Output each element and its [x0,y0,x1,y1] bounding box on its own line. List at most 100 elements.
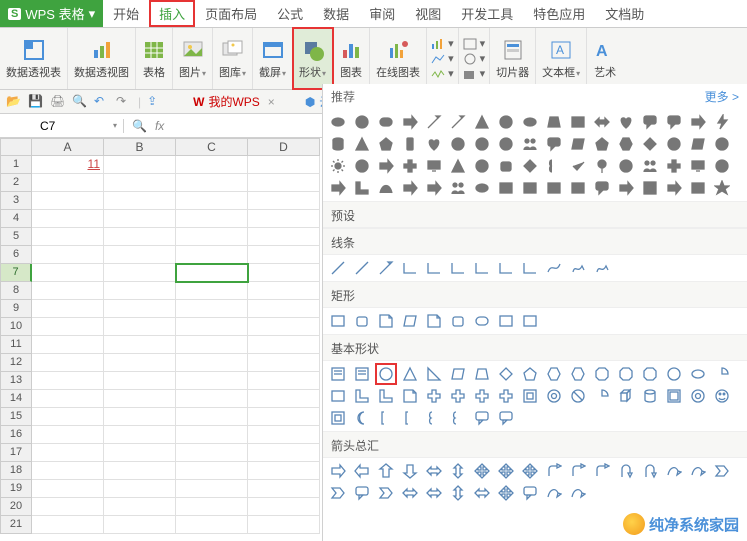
save-icon[interactable]: 💾 [28,94,44,110]
cell[interactable] [32,282,104,300]
shape-hex[interactable] [545,365,563,383]
shape-arrowR[interactable] [329,462,347,480]
cell[interactable] [248,192,320,210]
ribbon-shapes[interactable]: 形状▾ [293,28,333,89]
cell[interactable] [32,192,104,210]
shape-para[interactable] [401,312,419,330]
cell[interactable] [32,336,104,354]
cell[interactable] [32,318,104,336]
cell[interactable] [248,444,320,462]
shape-ellipse[interactable] [689,365,707,383]
shape-circle[interactable] [473,135,491,153]
shape-arrowD[interactable] [401,462,419,480]
cell[interactable] [248,264,320,282]
shape-sun[interactable] [329,157,347,175]
shape-cyl[interactable] [641,387,659,405]
shape-heart[interactable] [425,135,443,153]
shape-rrect[interactable] [473,312,491,330]
cell[interactable] [104,318,176,336]
shape-oct[interactable] [593,365,611,383]
shape-gear[interactable] [713,157,731,175]
cell[interactable] [176,372,248,390]
shape-frame[interactable] [329,409,347,427]
cell[interactable] [176,246,248,264]
cell[interactable] [176,282,248,300]
tab-dev[interactable]: 开发工具 [451,0,523,27]
shape-freeform[interactable] [593,259,611,277]
row-header[interactable]: 19 [0,480,32,498]
more-link[interactable]: 更多 > [705,88,739,105]
shape-arrowUD[interactable] [449,462,467,480]
row-header[interactable]: 8 [0,282,32,300]
shape-quad[interactable] [497,484,515,502]
cell[interactable] [104,462,176,480]
shape-frame[interactable] [521,387,539,405]
shape-rect[interactable] [497,179,515,197]
shape-pin[interactable] [593,157,611,175]
cell[interactable] [248,498,320,516]
shape-bracket[interactable] [401,409,419,427]
row-header[interactable]: 15 [0,408,32,426]
shape-phone[interactable] [401,135,419,153]
tab-formula[interactable]: 公式 [267,0,313,27]
cell[interactable] [176,390,248,408]
shape-chevR[interactable] [713,462,731,480]
cell[interactable] [104,516,176,534]
shape-fold[interactable] [401,387,419,405]
shape-elbow[interactable] [401,259,419,277]
ribbon-gallery[interactable]: 图库▾ [213,28,253,89]
shape-can[interactable] [353,312,371,330]
cell[interactable] [248,480,320,498]
cell[interactable] [32,444,104,462]
shape-ellipse[interactable] [521,113,539,131]
shape-callout[interactable] [497,409,515,427]
shape-plus[interactable] [473,387,491,405]
shape-circle[interactable] [497,135,515,153]
cell[interactable] [104,282,176,300]
tab-special[interactable]: 特色应用 [523,0,595,27]
cell[interactable] [32,264,104,282]
cell[interactable] [104,228,176,246]
shape-diamond[interactable] [521,157,539,175]
cell[interactable] [176,264,248,282]
shape-uturn[interactable] [641,462,659,480]
cell[interactable] [104,444,176,462]
shape-cube[interactable] [617,387,635,405]
tab-review[interactable]: 审阅 [359,0,405,27]
cell[interactable] [104,354,176,372]
shape-donut[interactable] [689,387,707,405]
shape-circle[interactable] [665,365,683,383]
shape-callout[interactable] [641,113,659,131]
row-header[interactable]: 1 [0,156,32,174]
shape-arrowU[interactable] [377,462,395,480]
shape-lineA[interactable] [377,259,395,277]
shape-plus[interactable] [449,387,467,405]
cell[interactable] [104,408,176,426]
cell[interactable] [32,426,104,444]
shape-quad[interactable] [497,462,515,480]
ribbon-pivot-table[interactable]: 数据透视表 [0,28,68,89]
shape-circle[interactable] [497,113,515,131]
undo-icon[interactable]: ↶ [94,94,110,110]
row-header[interactable]: 6 [0,246,32,264]
cell[interactable] [248,408,320,426]
app-dropdown-icon[interactable]: ▾ [89,6,96,22]
shape-arrowR[interactable] [401,179,419,197]
tab-page-layout[interactable]: 页面布局 [195,0,267,27]
shape-circle[interactable] [353,157,371,175]
cell[interactable] [248,282,320,300]
shape-pent[interactable] [593,135,611,153]
shape-curve[interactable] [377,179,395,197]
cell[interactable] [32,408,104,426]
shape-rect[interactable] [689,179,707,197]
shape-heart[interactable] [617,113,635,131]
shape-arrowR[interactable] [401,113,419,131]
shape-arrowLR[interactable] [425,462,443,480]
row-header[interactable]: 17 [0,444,32,462]
shape-lcorner[interactable] [377,387,395,405]
shape-noentry[interactable] [569,387,587,405]
cell[interactable] [32,174,104,192]
cell[interactable] [104,480,176,498]
shape-elbow[interactable] [473,259,491,277]
tab-data[interactable]: 数据 [313,0,359,27]
